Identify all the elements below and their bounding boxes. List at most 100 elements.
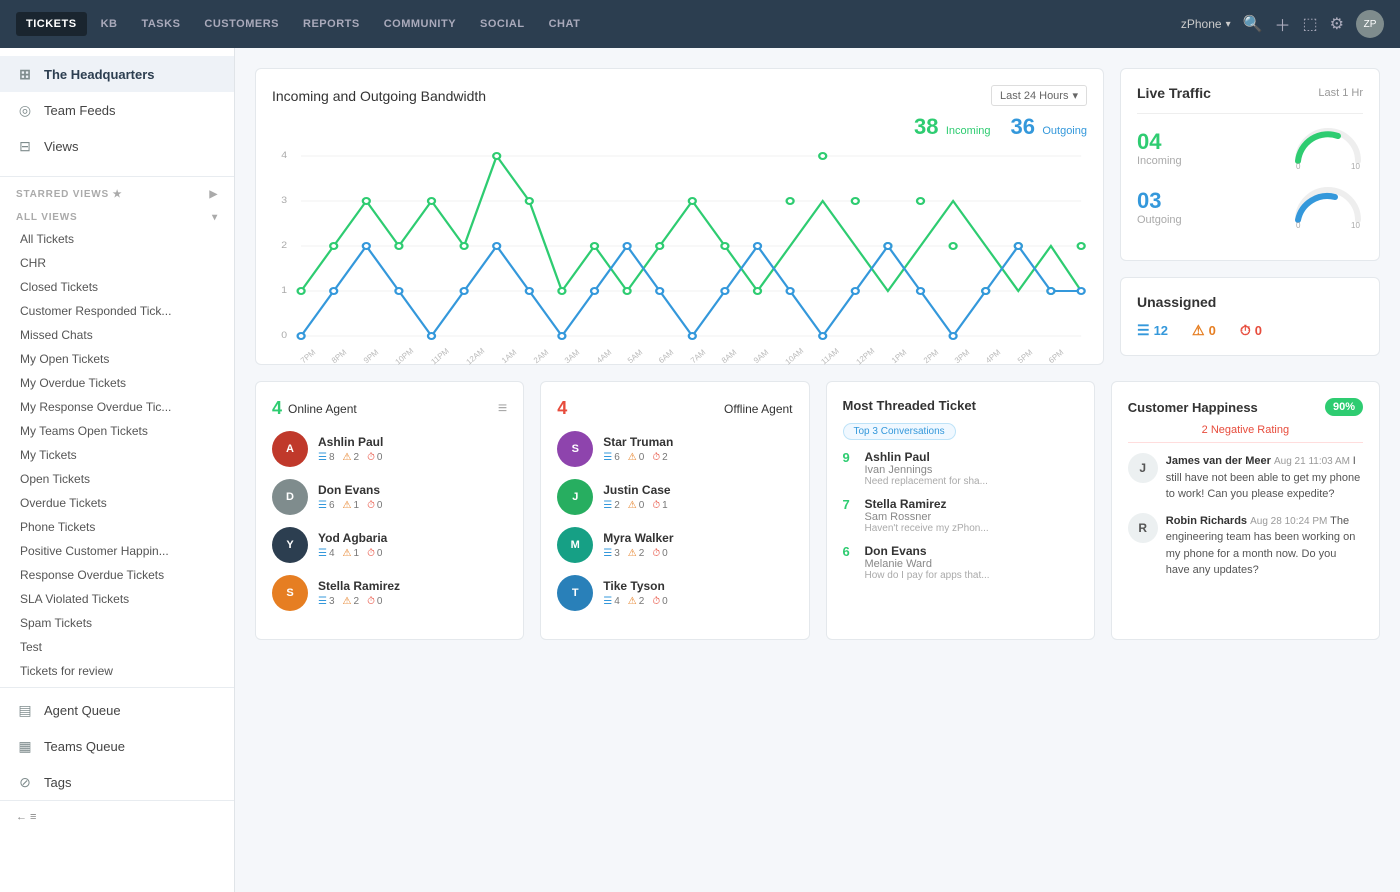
live-traffic-sub: Last 1 Hr [1318, 87, 1363, 99]
nav-item-social[interactable]: SOCIAL [470, 12, 535, 36]
sidebar-view-item[interactable]: Response Overdue Tickets [0, 563, 234, 587]
warn-mini-icon: ⚠ [628, 548, 637, 559]
bandwidth-legend: 38 Incoming 36 Outgoing [272, 114, 1087, 140]
agent-warn-stat: ⚠ 2 [343, 452, 360, 463]
warn-mini-icon: ⚠ [628, 596, 637, 607]
unassigned-tickets-value: 12 [1154, 323, 1168, 338]
search-icon[interactable]: 🔍 [1243, 14, 1263, 34]
online-agent-item: S Stella Ramirez ☰ 3 ⚠ 2 ⏱ 0 [272, 575, 507, 611]
all-views-label[interactable]: ALL VIEWS ▾ [0, 204, 234, 227]
settings-icon[interactable]: ⚙ [1330, 14, 1344, 34]
online-agents-menu-icon[interactable]: ≡ [498, 400, 507, 418]
svg-text:3: 3 [281, 196, 287, 206]
sidebar-view-item[interactable]: Phone Tickets [0, 515, 234, 539]
agent-avatar: M [557, 527, 593, 563]
sidebar-view-item[interactable]: My Open Tickets [0, 347, 234, 371]
sidebar-view-item[interactable]: Positive Customer Happin... [0, 539, 234, 563]
external-icon[interactable]: ⬚ [1303, 14, 1318, 34]
avatar[interactable]: ZP [1356, 10, 1384, 38]
sidebar-item-headquarters[interactable]: ⊞ The Headquarters [0, 56, 234, 92]
nav-item-community[interactable]: COMMUNITY [374, 12, 466, 36]
thread-sub: Ivan Jennings [865, 464, 988, 476]
clock-mini-icon: ⏱ [652, 452, 660, 463]
nav-item-tasks[interactable]: TASKS [131, 12, 190, 36]
review-item: R Robin Richards Aug 28 10:24 PM The eng… [1128, 513, 1363, 579]
sidebar-item-tags[interactable]: ⊘ Tags [0, 764, 234, 800]
teams-queue-label: Teams Queue [44, 739, 125, 754]
incoming-legend: 38 Incoming [914, 114, 990, 140]
all-views-chevron-icon: ▾ [212, 212, 218, 223]
agent-avatar: Y [272, 527, 308, 563]
thread-sub: Melanie Ward [865, 558, 990, 570]
thread-num: 9 [843, 450, 857, 465]
online-agent-item: D Don Evans ☰ 6 ⚠ 1 ⏱ 0 [272, 479, 507, 515]
offline-agent-title: Offline Agent [724, 402, 793, 416]
bandwidth-title: Incoming and Outgoing Bandwidth [272, 88, 486, 104]
starred-views-label[interactable]: STARRED VIEWS ★ ▶ [0, 181, 234, 204]
outgoing-gauge-chart: 0 10 [1293, 185, 1363, 228]
teams-queue-icon: ▦ [16, 737, 34, 755]
sidebar-view-item[interactable]: All Tickets [0, 227, 234, 251]
svg-text:0: 0 [1296, 162, 1301, 171]
thread-name: Don Evans [865, 544, 990, 558]
sidebar-view-item[interactable]: My Tickets [0, 443, 234, 467]
sidebar-item-views[interactable]: ⊟ Views [0, 128, 234, 164]
nav-item-kb[interactable]: KB [91, 12, 128, 36]
agent-clock-stat: ⏱ 0 [367, 596, 382, 607]
thread-list: 9 Ashlin Paul Ivan Jennings Need replace… [843, 450, 1078, 581]
sidebar-view-item[interactable]: Missed Chats [0, 323, 234, 347]
top-conversations-badge: Top 3 Conversations [843, 423, 956, 440]
headquarters-label: The Headquarters [44, 67, 155, 82]
svg-text:4: 4 [281, 151, 287, 161]
time-filter[interactable]: Last 24 Hours ▾ [991, 85, 1087, 106]
headquarters-icon: ⊞ [16, 65, 34, 83]
views-icon: ⊟ [16, 137, 34, 155]
sidebar-view-item[interactable]: My Teams Open Tickets [0, 419, 234, 443]
sidebar-view-item[interactable]: CHR [0, 251, 234, 275]
agent-stats: ☰ 3 ⚠ 2 ⏱ 0 [318, 596, 400, 607]
ticket-mini-icon: ☰ [603, 500, 612, 511]
thread-sub: Sam Rossner [865, 511, 989, 523]
main-content: Incoming and Outgoing Bandwidth Last 24 … [235, 48, 1400, 892]
nav-item-chat[interactable]: CHAT [539, 12, 591, 36]
agent-tickets-stat: ☰ 3 [318, 596, 335, 607]
sidebar-view-item[interactable]: SLA Violated Tickets [0, 587, 234, 611]
agent-clock-stat: ⏱ 1 [652, 500, 667, 511]
clock-icon: ⏱ [1240, 322, 1251, 339]
sidebar-view-item[interactable]: My Response Overdue Tic... [0, 395, 234, 419]
bottom-row: 4 Online Agent ≡ A Ashlin Paul ☰ 8 ⚠ 2 ⏱… [255, 381, 1380, 640]
phone-selector[interactable]: zPhone ▾ [1181, 17, 1231, 31]
bandwidth-header: Incoming and Outgoing Bandwidth Last 24 … [272, 85, 1087, 106]
sidebar-item-agent-queue[interactable]: ▤ Agent Queue [0, 692, 234, 728]
nav-item-customers[interactable]: CUSTOMERS [194, 12, 289, 36]
add-icon[interactable]: ＋ [1275, 12, 1291, 36]
top-row: Incoming and Outgoing Bandwidth Last 24 … [255, 68, 1380, 365]
sidebar-item-team-feeds[interactable]: ◎ Team Feeds [0, 92, 234, 128]
nav-item-tickets[interactable]: TICKETS [16, 12, 87, 36]
offline-agents-card: 4 Offline Agent S Star Truman ☰ 6 ⚠ 0 ⏱ … [540, 381, 809, 640]
sidebar-view-item[interactable]: Overdue Tickets [0, 491, 234, 515]
agent-name: Yod Agbaria [318, 531, 387, 545]
tags-label: Tags [44, 775, 71, 790]
warning-icon: ⚠ [1192, 322, 1205, 339]
sidebar-view-item[interactable]: Open Tickets [0, 467, 234, 491]
sidebar-footer[interactable]: ← ≡ [0, 800, 234, 833]
online-agent-item: A Ashlin Paul ☰ 8 ⚠ 2 ⏱ 0 [272, 431, 507, 467]
incoming-count: 04 [1137, 129, 1182, 155]
sidebar-view-item[interactable]: Closed Tickets [0, 275, 234, 299]
sidebar-divider-2 [0, 687, 234, 688]
sidebar-view-item[interactable]: Tickets for review [0, 659, 234, 683]
sidebar-view-item[interactable]: Test [0, 635, 234, 659]
nav-item-reports[interactable]: REPORTS [293, 12, 370, 36]
sidebar-view-item[interactable]: Spam Tickets [0, 611, 234, 635]
sidebar-view-item[interactable]: My Overdue Tickets [0, 371, 234, 395]
agent-name: Stella Ramirez [318, 579, 400, 593]
offline-agent-item: M Myra Walker ☰ 3 ⚠ 2 ⏱ 0 [557, 527, 792, 563]
happiness-header: Customer Happiness 90% [1128, 398, 1363, 416]
team-feeds-icon: ◎ [16, 101, 34, 119]
view-list: All TicketsCHRClosed TicketsCustomer Res… [0, 227, 234, 683]
sidebar-view-item[interactable]: Customer Responded Tick... [0, 299, 234, 323]
ticket-mini-icon: ☰ [603, 596, 612, 607]
ticket-mini-icon: ☰ [318, 452, 327, 463]
sidebar-item-teams-queue[interactable]: ▦ Teams Queue [0, 728, 234, 764]
